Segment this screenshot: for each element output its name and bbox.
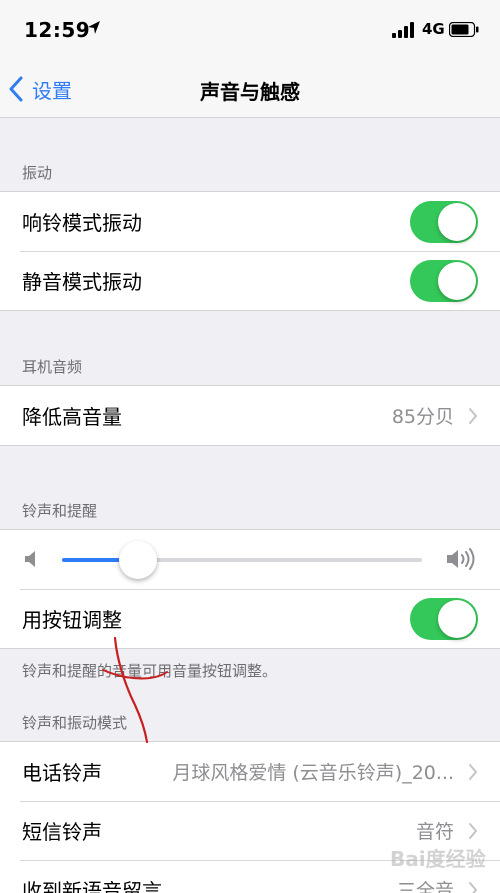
ring-vibrate-row: 响铃模式振动 [0, 192, 500, 251]
change-with-buttons-row: 用按钮调整 [0, 589, 500, 648]
slider-thumb[interactable] [119, 541, 157, 579]
change-with-buttons-toggle[interactable] [410, 597, 478, 640]
vibrate-group: 响铃模式振动 静音模式振动 [0, 191, 500, 311]
toggle-knob [438, 202, 476, 241]
ring-vibrate-label: 响铃模式振动 [22, 211, 142, 235]
ringtone-label: 电话铃声 [22, 761, 102, 785]
silent-vibrate-label: 静音模式振动 [22, 270, 142, 294]
section-header-ringer: 铃声和提醒 [22, 502, 98, 520]
chevron-right-icon [469, 763, 477, 780]
reduce-loud-row[interactable]: 降低高音量 85分贝 [0, 386, 500, 445]
watermark-text: Bai度经验 [390, 847, 486, 871]
ringer-volume-row [0, 530, 500, 589]
page-title: 声音与触感 [200, 80, 300, 104]
section-header-patterns: 铃声和振动模式 [22, 714, 128, 732]
chevron-right-icon [469, 407, 477, 424]
ringer-group: 用按钮调整 [0, 529, 500, 649]
change-with-buttons-label: 用按钮调整 [22, 608, 122, 632]
toggle-knob [438, 599, 476, 638]
speaker-low-icon [25, 551, 35, 567]
section-header-vibrate: 振动 [22, 164, 53, 182]
reduce-loud-label: 降低高音量 [22, 405, 122, 429]
speaker-high-icon [447, 548, 475, 570]
section-header-headphone: 耳机音频 [22, 358, 83, 376]
text-tone-label: 短信铃声 [22, 820, 102, 844]
ringtone-value: 月球风格爱情 (云音乐铃声)_20... [172, 762, 454, 784]
new-voicemail-value: 三全音 [396, 880, 454, 893]
new-voicemail-label: 收到新语音留言 [22, 879, 162, 893]
navigation-bar: 设置 声音与触感 [0, 62, 500, 118]
ringer-volume-slider[interactable] [62, 541, 422, 579]
chevron-right-icon [469, 881, 477, 893]
toggle-knob [438, 261, 476, 300]
reduce-loud-value: 85分贝 [391, 406, 454, 428]
ringtone-row[interactable]: 电话铃声 月球风格爱情 (云音乐铃声)_20... [0, 742, 500, 801]
battery-icon [449, 22, 479, 37]
signal-bars-icon [392, 22, 414, 38]
baidu-jingyan-watermark: Bai度经验 [390, 847, 486, 871]
status-bar: 12:59 4G [0, 0, 500, 62]
location-arrow-icon [88, 21, 100, 34]
ringer-footer-note: 铃声和提醒的音量可用音量按钮调整。 [22, 662, 278, 680]
chevron-right-icon [469, 822, 477, 839]
silent-vibrate-toggle[interactable] [410, 259, 478, 302]
headphone-group: 降低高音量 85分贝 [0, 385, 500, 446]
ring-vibrate-toggle[interactable] [410, 200, 478, 243]
network-type: 4G [422, 20, 445, 38]
silent-vibrate-row: 静音模式振动 [0, 251, 500, 310]
status-time: 12:59 [24, 18, 91, 42]
